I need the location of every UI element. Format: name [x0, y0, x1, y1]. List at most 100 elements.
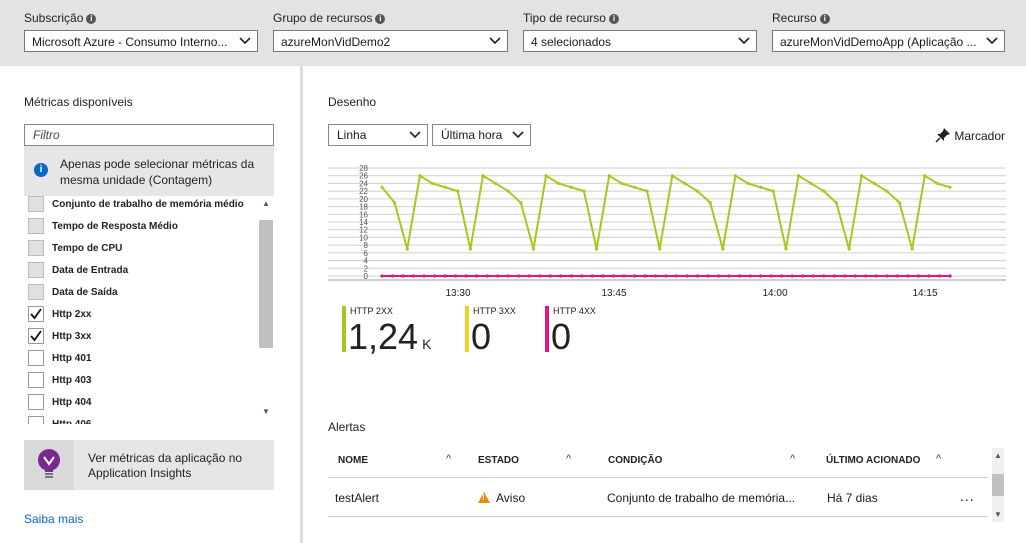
warning-icon	[478, 492, 490, 503]
data-point	[746, 181, 750, 186]
col-condition[interactable]: CONDIÇÃO	[608, 455, 662, 466]
chevron-down-icon	[489, 31, 501, 51]
app-insights-link-box[interactable]: Ver métricas da aplicação no Application…	[24, 440, 274, 490]
sort-icon[interactable]: ^	[790, 453, 795, 465]
data-point	[527, 274, 531, 278]
chart-type-dropdown[interactable]: Linha	[328, 124, 428, 146]
chart-title: Desenho	[328, 95, 377, 109]
data-point	[590, 274, 594, 278]
resource-filter: Recurso i azureMonVidDemoApp (Aplicação .…	[772, 10, 1005, 52]
legend-value: 0	[471, 316, 491, 358]
time-range-dropdown[interactable]: Última hora	[432, 124, 531, 146]
data-point	[559, 274, 563, 278]
data-point	[885, 189, 889, 193]
learn-more-link[interactable]: Saiba mais	[24, 512, 83, 526]
y-tick-label: 6	[364, 249, 369, 258]
sort-icon[interactable]: ^	[446, 453, 451, 465]
subscription-dropdown[interactable]: Microsoft Azure - Consumo Interno...	[24, 30, 258, 52]
data-point	[456, 189, 460, 193]
legend-color-bar	[342, 306, 346, 352]
data-point	[809, 181, 813, 186]
metric-label: Http 406	[52, 419, 91, 424]
metric-checkbox[interactable]	[28, 218, 44, 234]
metric-checkbox[interactable]	[28, 306, 44, 322]
metric-checkbox[interactable]	[28, 350, 44, 366]
data-point	[937, 274, 942, 278]
y-tick-label: 18	[359, 203, 368, 212]
subscription-label: Subscrição	[24, 11, 84, 25]
data-point	[485, 274, 489, 278]
metric-checkbox[interactable]	[28, 372, 44, 388]
col-last-fired[interactable]: ÚLTIMO ACIONADO	[826, 455, 920, 466]
data-point	[658, 247, 662, 251]
metric-checkbox[interactable]	[28, 328, 44, 344]
legend-value-number: 1,24	[348, 316, 419, 357]
metric-checkbox[interactable]	[28, 196, 44, 212]
data-point	[582, 189, 586, 193]
info-icon[interactable]: i	[819, 13, 830, 24]
data-point	[411, 274, 416, 278]
data-point	[695, 189, 700, 193]
chevron-down-icon	[239, 31, 251, 51]
info-icon[interactable]: i	[608, 13, 619, 24]
data-point	[853, 274, 857, 278]
sort-icon[interactable]: ^	[936, 453, 941, 465]
more-icon[interactable]: ...	[960, 488, 975, 504]
resource-type-filter: Tipo de recurso i 4 selecionados	[523, 10, 757, 52]
data-point	[422, 274, 426, 278]
scrollbar-thumb[interactable]	[259, 220, 273, 348]
legend-value-unit: K	[422, 336, 432, 352]
metric-filter-input[interactable]: Filtro	[24, 124, 274, 146]
metric-checkbox[interactable]	[28, 262, 44, 278]
data-point	[569, 185, 573, 189]
scroll-down-icon[interactable]: ▼	[991, 510, 1005, 519]
checkmark-icon	[30, 330, 42, 342]
info-icon[interactable]: i	[86, 13, 97, 24]
data-point	[796, 174, 801, 178]
metric-checkbox[interactable]	[28, 240, 44, 256]
col-state[interactable]: ESTADO	[478, 455, 519, 466]
lightbulb-icon	[24, 440, 74, 490]
data-point	[443, 185, 447, 189]
data-point	[454, 274, 458, 278]
chevron-down-icon	[986, 31, 998, 51]
metric-label: Data de Entrada	[52, 265, 129, 276]
data-point	[771, 189, 775, 193]
resource-group-dropdown[interactable]: azureMonVidDemo2	[273, 30, 508, 52]
alerts-scrollbar-thumb[interactable]	[992, 474, 1004, 496]
metrics-chart: 024681012141618202224262813:30 13:45 14:00…	[328, 164, 1006, 299]
metric-checkbox[interactable]	[28, 416, 44, 424]
data-point	[872, 181, 876, 186]
data-point	[733, 174, 738, 178]
scroll-up-icon[interactable]: ▲	[259, 199, 273, 208]
legend-name: HTTP 3XX	[473, 306, 516, 316]
alert-state-text: Aviso	[496, 491, 526, 505]
scroll-up-icon[interactable]: ▲	[991, 451, 1005, 460]
metric-checkbox[interactable]	[28, 394, 44, 410]
data-point	[601, 274, 605, 278]
data-point	[519, 201, 523, 205]
metric-checkbox[interactable]	[28, 284, 44, 300]
data-point	[611, 274, 616, 278]
data-point	[443, 274, 447, 278]
scroll-down-icon[interactable]: ▼	[259, 407, 273, 416]
resource-type-dropdown[interactable]: 4 selecionados	[523, 30, 757, 52]
info-icon[interactable]: i	[375, 13, 386, 24]
data-point	[923, 174, 927, 178]
data-point	[874, 274, 878, 278]
data-point	[380, 185, 384, 189]
data-point	[622, 274, 626, 278]
y-tick-label: 2	[364, 264, 369, 273]
col-name[interactable]: NOME	[338, 455, 368, 466]
data-point	[683, 181, 687, 186]
sort-icon[interactable]: ^	[566, 453, 571, 465]
metric-label: Tempo de Resposta Médio	[52, 221, 178, 232]
filter-placeholder: Filtro	[33, 128, 60, 142]
data-point	[620, 181, 624, 186]
data-point	[670, 174, 674, 178]
table-row[interactable]: testAlert Aviso Conjunto de trabalho de …	[328, 480, 988, 517]
data-point	[664, 274, 668, 278]
pin-button[interactable]: Marcador	[935, 127, 1005, 143]
data-point	[607, 174, 611, 178]
resource-dropdown[interactable]: azureMonVidDemoApp (Aplicação ...	[772, 30, 1005, 52]
